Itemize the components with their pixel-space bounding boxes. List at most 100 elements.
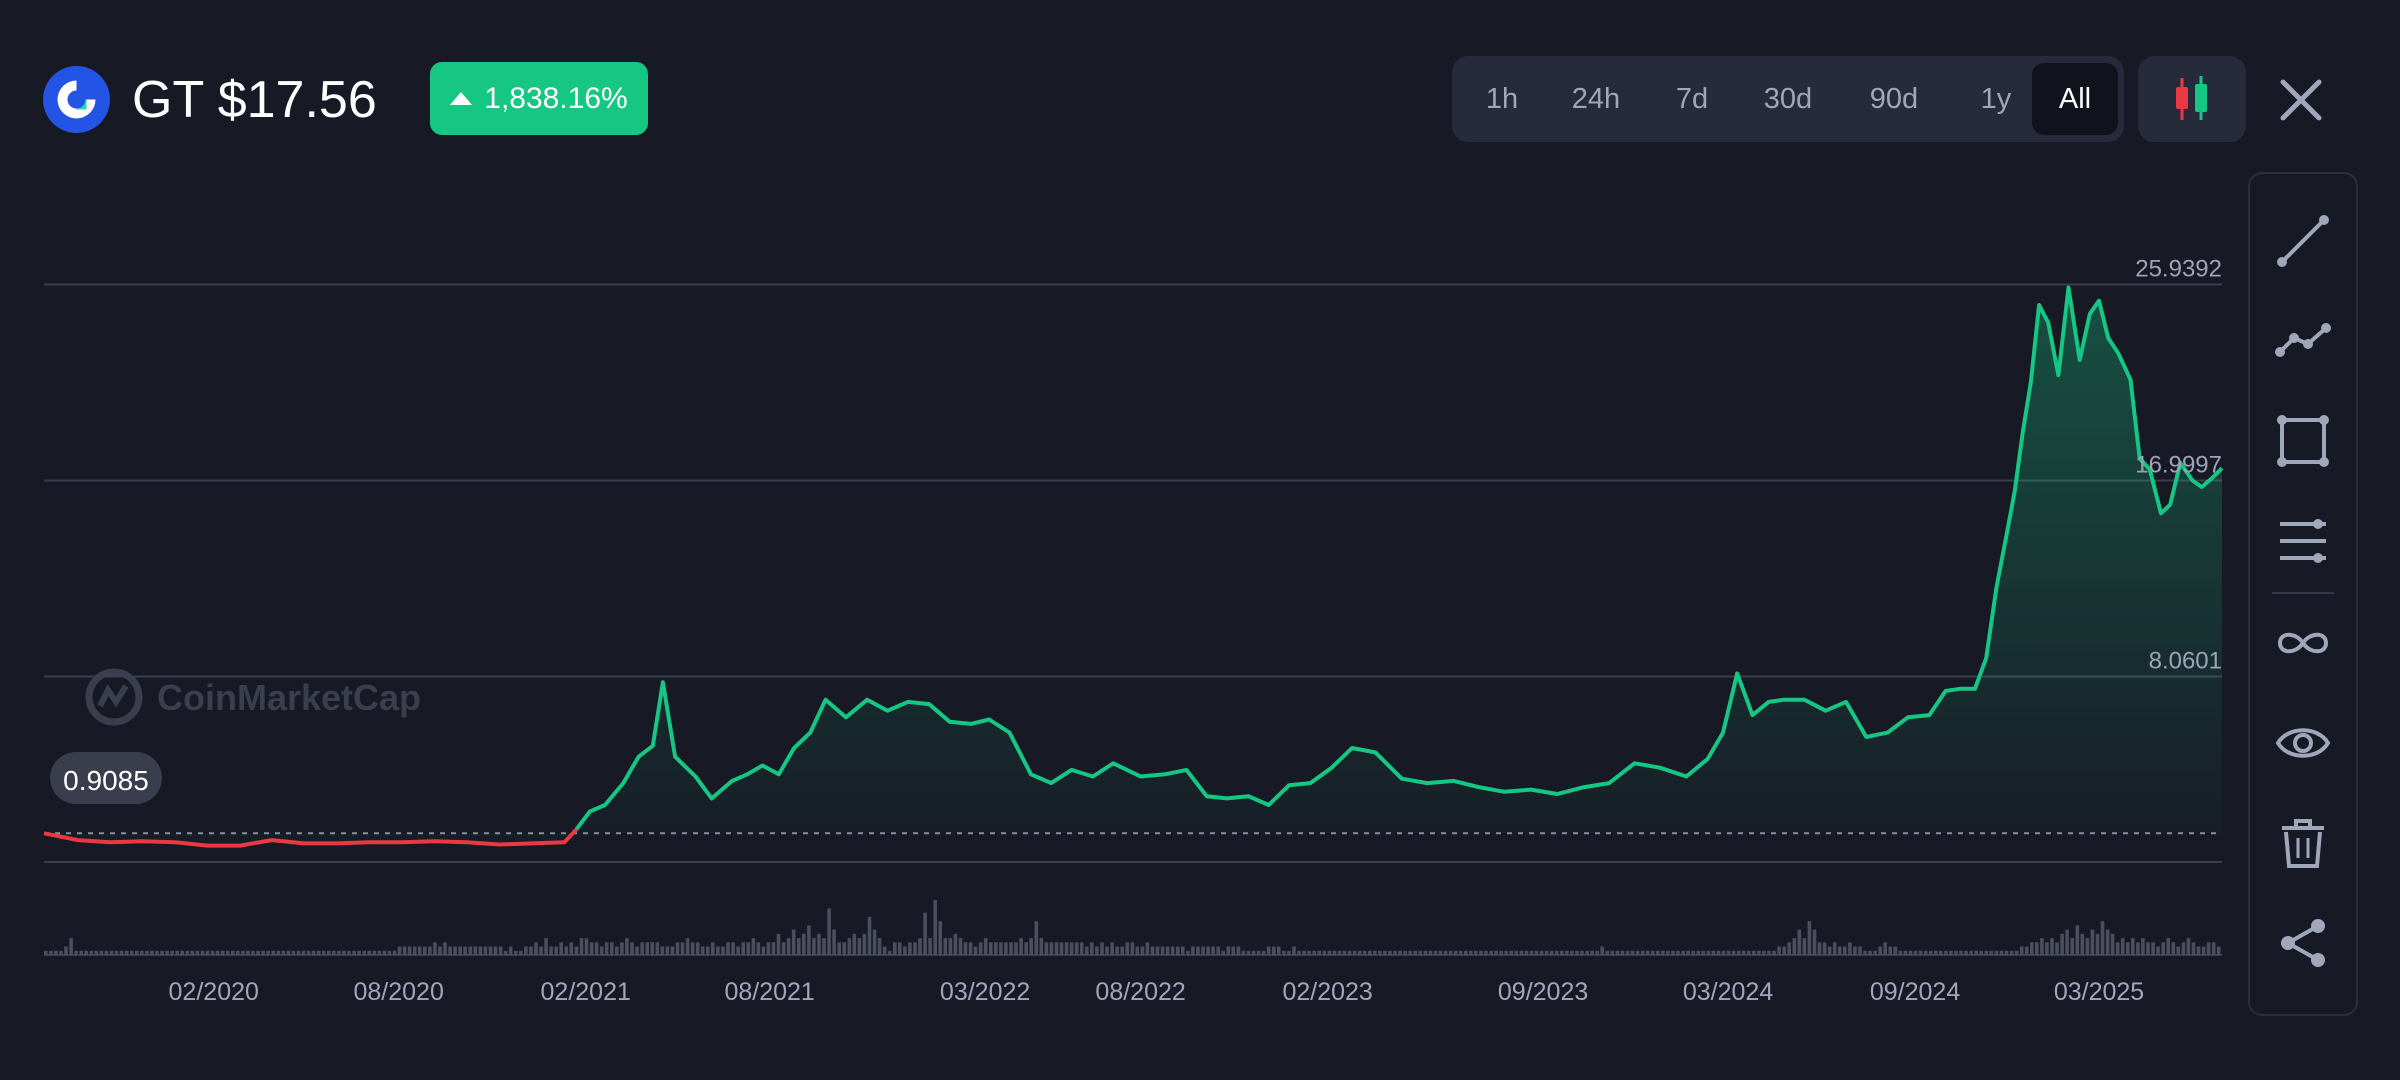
volume-bar (1762, 950, 1766, 955)
share-icon[interactable] (2274, 914, 2332, 972)
volume-bar (1049, 942, 1054, 955)
volume-bar (119, 950, 124, 955)
volume-bar (155, 950, 159, 955)
volume-bar (1135, 946, 1140, 955)
volume-bar (1039, 938, 1044, 955)
trend-line-icon[interactable] (2274, 212, 2332, 270)
volume-bar (1736, 950, 1741, 955)
rectangle-icon[interactable] (2274, 412, 2332, 470)
volume-bar (620, 942, 624, 955)
volume-bar (498, 946, 503, 955)
volume-bar (968, 942, 973, 955)
price-chart[interactable]: CoinMarketCap 25.9392 16.9997 8.0601 02/20… (0, 0, 2240, 1060)
volume-bar (2216, 946, 2221, 955)
volume-bar (1792, 938, 1797, 955)
volume-bar (271, 950, 275, 955)
volume-bar (1453, 950, 1458, 955)
start-price-label: 0.9085 (50, 752, 162, 804)
volume-bar (1777, 946, 1781, 955)
volume-bar (1903, 950, 1908, 955)
volume-bar (1312, 950, 1316, 955)
volume-bar (1822, 942, 1827, 955)
volume-bar (468, 946, 473, 955)
volume-bar (1342, 950, 1347, 955)
volume-bar (2126, 942, 2130, 955)
horizontal-lines-icon[interactable] (2274, 512, 2332, 570)
infinity-icon[interactable] (2274, 614, 2332, 672)
volume-bar (1923, 950, 1928, 955)
x-tick-label: 02/2020 (169, 978, 259, 1006)
volume-bar (311, 950, 316, 955)
volume-bar (281, 950, 286, 955)
volume-bar (2090, 929, 2095, 955)
volume-bar (2060, 933, 2064, 955)
volume-bar (2131, 938, 2135, 955)
volume-bar (781, 942, 786, 955)
volume-bar (706, 946, 710, 955)
volume-bar (1671, 950, 1675, 955)
volume-bar (1069, 942, 1074, 955)
volume-bar (1150, 946, 1155, 955)
volume-bar (711, 942, 715, 955)
volume-bar (114, 950, 119, 955)
volume-bar (2055, 942, 2059, 955)
volume-bar (1964, 950, 1968, 955)
volume-bar (675, 942, 680, 955)
volume-bar (1868, 950, 1872, 955)
volume-bar (842, 942, 846, 955)
volume-bar (1403, 950, 1407, 955)
volume-bar (1196, 946, 1200, 955)
volume-bar (165, 950, 169, 955)
volume-bar (589, 942, 594, 955)
volume-bar (670, 946, 675, 955)
volume-bar (387, 950, 392, 955)
volume-bar (1059, 942, 1064, 955)
volume-bar (1221, 950, 1225, 955)
volume-bar (1393, 950, 1397, 955)
volume-bar (615, 946, 619, 955)
volume-bar (306, 950, 311, 955)
volume-bar (321, 950, 326, 955)
volume-bar (2040, 938, 2044, 955)
x-tick-label: 02/2023 (1282, 978, 1372, 1006)
volume-bar (220, 950, 225, 955)
volume-bar (963, 942, 968, 955)
volume-bar (1615, 950, 1620, 955)
volume-bar (1681, 950, 1685, 955)
volume-bar (1651, 950, 1655, 955)
volume-bar (1757, 950, 1761, 955)
volume-bar (236, 950, 240, 955)
volume-bar (296, 950, 301, 955)
volume-bar (1979, 950, 1983, 955)
volume-bar (1029, 938, 1033, 955)
volume-bar (1989, 950, 1994, 955)
volume-bar (1347, 950, 1352, 955)
close-icon[interactable] (2275, 74, 2327, 126)
volume-bar (534, 942, 538, 955)
volume-bar (872, 929, 877, 955)
volume-bar (210, 950, 215, 955)
trash-icon[interactable] (2274, 814, 2332, 872)
volume-bar (1954, 950, 1958, 955)
volume-bar (1206, 946, 1210, 955)
volume-bar (2136, 942, 2140, 955)
volume-bar (1256, 950, 1261, 955)
volume-bar (766, 942, 771, 955)
volume-bar (802, 933, 806, 955)
volume-bar (1555, 950, 1559, 955)
volume-bar (1272, 946, 1276, 955)
volume-bar (1939, 950, 1943, 955)
volume-bar (1307, 950, 1311, 955)
volume-bar (1585, 950, 1589, 955)
volume-bar (1484, 950, 1488, 955)
volume-bar (1747, 950, 1751, 955)
polyline-icon[interactable] (2274, 312, 2332, 370)
volume-bar (231, 950, 235, 955)
volume-bar (862, 933, 867, 955)
volume-bar (1605, 950, 1610, 955)
volume-bar (412, 946, 417, 955)
eye-icon[interactable] (2274, 714, 2332, 772)
volume-bar (1595, 950, 1599, 955)
volume-bar (1580, 950, 1584, 955)
volume-bar (129, 950, 134, 955)
